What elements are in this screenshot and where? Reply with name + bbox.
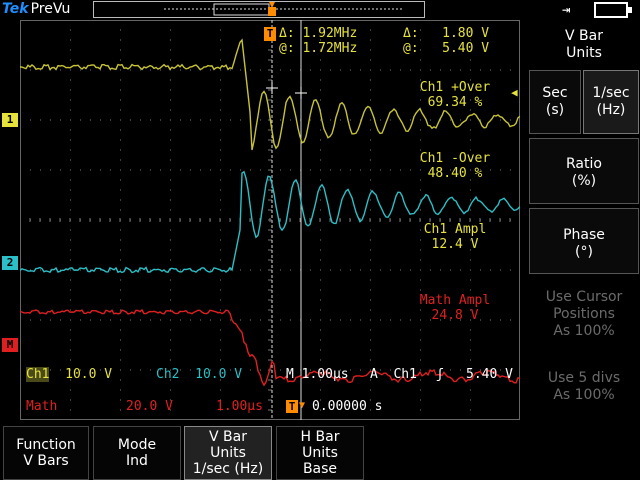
brand-label: Tek PreVu	[2, 1, 70, 17]
cursor-at-freq: 1.72MHz	[302, 41, 358, 56]
trigger-source-readout: A Ch1	[370, 367, 417, 382]
math-ground-marker[interactable]: M	[2, 338, 18, 352]
measurement-value: 69.34 %	[427, 95, 483, 110]
trigger-position-marker: T	[264, 27, 276, 41]
measurement-value: 48.40 %	[427, 166, 483, 181]
side-button-use-5-divs[interactable]: Use 5 divs As 100%	[529, 362, 639, 412]
trigger-slope-icon: ʃ	[436, 367, 444, 382]
bottom-button-v-bar-units[interactable]: V Bar Units 1/sec (Hz)	[184, 426, 272, 480]
cursor-delta-freq: 1.92MHz	[302, 26, 358, 41]
record-view-bar	[93, 1, 425, 18]
at-volt-symbol: @:	[403, 41, 419, 56]
brand-tek: Tek	[2, 1, 29, 17]
math-time-scale: 1.00µs	[216, 399, 263, 414]
math-label: Math	[26, 399, 58, 414]
trigger-arrow-icon: ▼	[299, 400, 306, 411]
bottom-button-mode[interactable]: Mode Ind	[93, 426, 181, 480]
measurement-label: Ch1 Ampl	[423, 222, 487, 237]
ch2-scale-readout: Ch2 10.0 V	[156, 367, 242, 382]
side-button-seconds[interactable]: Sec (s)	[529, 70, 581, 134]
ch1-label: Ch1	[26, 367, 50, 382]
oscilloscope-screen: Tek PreVu ⇥ T Δ: 1.92MHz @: 1.72MHz Δ: 1.…	[0, 0, 640, 480]
cursor-delta-volt-row: Δ: 1.80 V	[403, 26, 489, 41]
measurement-ch1-pos-overshoot: Ch1 +Over 69.34 %	[400, 80, 510, 110]
trigger-icon: T	[286, 400, 298, 413]
side-button-ratio[interactable]: Ratio (%)	[529, 138, 639, 204]
bottom-button-h-bar-units[interactable]: H Bar Units Base	[276, 426, 364, 480]
side-menu-title: V Bar Units	[565, 28, 603, 61]
measurement-label: Ch1 +Over	[419, 80, 491, 95]
ch1-scale: 10.0 V	[65, 367, 113, 382]
trigger-position-readout: 0.00000 s	[312, 399, 383, 414]
cursor-at-freq-row: @: 1.72MHz	[279, 41, 357, 56]
measurement-ch1-amplitude: Ch1 Ampl 12.4 V	[400, 222, 510, 252]
cursor-delta-freq-row: Δ: 1.92MHz	[279, 26, 357, 41]
ch2-ground-marker[interactable]: 2	[2, 256, 18, 270]
ac-power-icon: ⇥	[562, 2, 571, 18]
bottom-button-function[interactable]: Function V Bars	[3, 426, 89, 480]
cursor-delta-volt: 1.80 V	[442, 26, 490, 41]
side-button-use-cursor-positions[interactable]: Use Cursor Positions As 100%	[529, 283, 639, 349]
delta-volt-symbol: Δ:	[403, 26, 419, 41]
grid-dot-path	[20, 20, 511, 411]
side-button-phase[interactable]: Phase (°)	[529, 208, 639, 274]
delta-symbol: Δ:	[279, 26, 295, 41]
ch2-scale: 10.0 V	[195, 367, 243, 382]
measurement-math-amplitude: Math Ampl 24.8 V	[400, 293, 510, 323]
selected-measurement-arrow-icon: ◀	[511, 86, 518, 99]
measurement-label: Math Ampl	[419, 293, 491, 308]
measurement-value: 24.8 V	[431, 308, 479, 323]
cursor-at-volt: 5.40 V	[442, 41, 490, 56]
record-view-graphic	[164, 2, 404, 16]
grid-dots	[20, 20, 511, 411]
measurement-value: 12.4 V	[431, 237, 479, 252]
acquisition-mode: PreVu	[30, 1, 71, 17]
side-button-hertz[interactable]: 1/sec (Hz)	[583, 70, 639, 134]
timebase-readout: M 1.00µs	[286, 367, 349, 382]
ch1-scale-readout: Ch1 10.0 V	[26, 367, 112, 382]
battery-icon	[594, 2, 632, 18]
ch2-label: Ch2	[156, 367, 180, 382]
measurement-ch1-neg-overshoot: Ch1 -Over 48.40 %	[400, 151, 510, 181]
math-scale: 20.0 V	[126, 399, 173, 414]
at-symbol: @:	[279, 41, 295, 56]
ch1-ground-marker[interactable]: 1	[2, 113, 18, 127]
trigger-level-readout: 5.40 V	[466, 367, 513, 382]
cursor-at-volt-row: @: 5.40 V	[403, 41, 489, 56]
measurement-label: Ch1 -Over	[419, 151, 491, 166]
